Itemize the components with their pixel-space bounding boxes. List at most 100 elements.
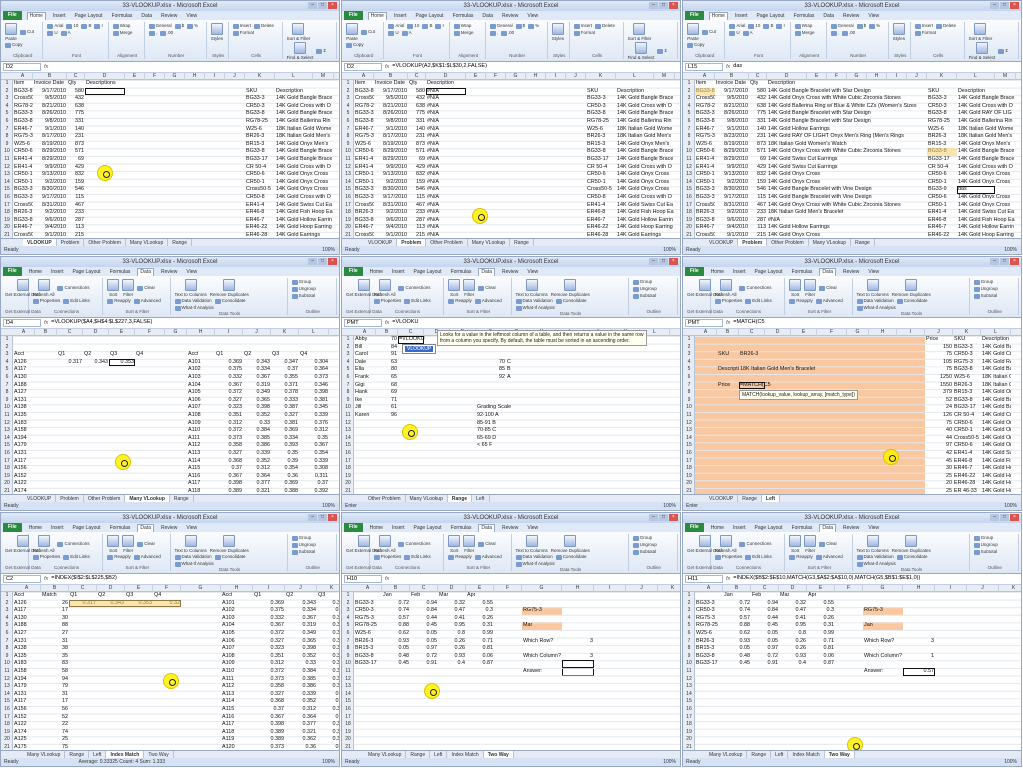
cell[interactable]: 580 [409, 88, 425, 96]
cell[interactable]: Price [926, 336, 938, 344]
tab-review[interactable]: Review [500, 525, 520, 531]
row-header[interactable]: 2 [342, 344, 354, 352]
column-header[interactable]: D [426, 73, 466, 80]
column-header[interactable]: B [374, 73, 408, 80]
cell[interactable]: #N/A [427, 110, 439, 118]
ribbon-small-button[interactable]: Insert [914, 23, 933, 29]
cell[interactable]: 14K Gold Ba [982, 366, 1011, 374]
cell[interactable]: SKU [928, 88, 939, 96]
cell[interactable]: 25 [42, 736, 68, 744]
cell[interactable]: 44 [926, 435, 952, 443]
cell[interactable]: ER46-7 [928, 224, 946, 232]
column-header[interactable]: C [751, 585, 779, 592]
cell[interactable]: 31 [42, 638, 68, 646]
tab-view[interactable]: View [525, 269, 540, 275]
close-icon[interactable]: × [328, 514, 337, 521]
tab-page-layout[interactable]: Page Layout [413, 13, 445, 19]
cell[interactable]: 14K Gold Bangle Brace [617, 110, 673, 118]
cell[interactable]: 22 [42, 721, 68, 729]
column-header[interactable]: K [658, 585, 680, 592]
cell[interactable]: BG33-17 [355, 660, 377, 668]
cell[interactable]: 638 [409, 103, 425, 111]
cell[interactable]: A158 [14, 668, 27, 676]
cell[interactable]: 20 [926, 480, 952, 488]
ribbon-small-button[interactable]: Consolidate [896, 554, 927, 560]
cell[interactable]: 14K Gold Cr [982, 351, 1011, 359]
cell[interactable]: RG78-25 [696, 622, 718, 630]
cell[interactable]: CR50-6 [14, 148, 33, 156]
cell[interactable]: 873 [68, 141, 84, 149]
worksheet[interactable]: A B C D E F G H I J K L M 1 2 3 4 5 6 7 8 9 10 11 12 13 14 15 16 17 18… [683, 73, 1021, 240]
cell[interactable]: 0.72 [752, 653, 779, 661]
row-header[interactable]: 7 [342, 638, 354, 646]
cell[interactable]: 150 [926, 344, 952, 352]
cell[interactable]: BG33-17 [696, 660, 718, 668]
cell[interactable]: Q2 [98, 592, 105, 600]
ribbon-small-button[interactable]: Arial [388, 23, 404, 29]
ribbon-small-button[interactable]: Reapply [107, 554, 131, 560]
tab-file[interactable]: File [3, 523, 22, 532]
cell[interactable]: BG33-17 [246, 156, 268, 164]
cell[interactable]: 14K Gold Onyx Cross [276, 179, 328, 187]
row-header[interactable]: 15 [342, 698, 354, 706]
cell[interactable]: CR50-3 [587, 103, 606, 111]
cell[interactable]: Q1 [70, 592, 77, 600]
cell[interactable]: 0.72 [411, 653, 438, 661]
row-header[interactable]: 20 [1, 480, 13, 488]
cell[interactable]: CR50-1 [696, 179, 715, 187]
cell[interactable]: 9/1/2010 [34, 126, 66, 134]
cell[interactable]: 0.368 [254, 698, 285, 706]
row-header[interactable]: 15 [1, 698, 13, 706]
row-header[interactable]: 2 [1, 344, 13, 352]
row-header[interactable]: 19 [1, 473, 13, 481]
cell[interactable]: Which Column? [864, 653, 902, 661]
ribbon-small-button[interactable]: Reapply [448, 554, 472, 560]
cell[interactable]: Cross50-5 [587, 186, 612, 194]
cell[interactable]: 8/29/2010 [375, 156, 407, 164]
cell[interactable]: 873 [750, 141, 766, 149]
cell[interactable]: 0.41 [439, 615, 466, 623]
cell[interactable]: CR50-8 [587, 194, 606, 202]
row-header[interactable]: 15 [1, 186, 13, 194]
cell[interactable]: BG33-3 [355, 194, 374, 202]
cell[interactable]: 0.339 [286, 691, 317, 699]
cell[interactable]: 14K Gold Ballerina Ring w/ Blue & White … [768, 103, 917, 111]
ribbon-large-button[interactable]: Filter [122, 279, 135, 297]
sheet-tab[interactable]: Index Match [106, 751, 145, 758]
column-header[interactable]: F [835, 585, 863, 592]
row-header[interactable]: 18 [683, 465, 695, 473]
cell[interactable]: 0.4 [780, 660, 807, 668]
ribbon-small-button[interactable]: Data Validation [515, 298, 553, 304]
fx-icon[interactable]: fx [44, 320, 48, 326]
cell-grid[interactable]: AcctMatchQ1Q2Q3Q4AcctQ1Q2Q3A126260.3170.… [13, 592, 339, 752]
cell[interactable]: Dale [355, 359, 366, 367]
cell[interactable]: 0.364 [244, 473, 271, 481]
cell[interactable]: A107 [188, 404, 201, 412]
column-header[interactable]: K [927, 73, 957, 80]
ribbon-small-button[interactable]: Clear [137, 279, 155, 297]
autocomplete-list[interactable]: VLOOKUP [402, 343, 437, 354]
zoom-level[interactable]: 100% [1004, 758, 1017, 766]
tab-page-layout[interactable]: Page Layout [72, 13, 104, 19]
row-header[interactable]: 8 [1, 645, 13, 653]
row-header[interactable]: 9 [1, 653, 13, 661]
cell[interactable]: RG78-25 [246, 118, 268, 126]
cell[interactable]: 8/17/2010 [375, 133, 407, 141]
cell[interactable]: 0.31 [808, 622, 835, 630]
tab-file[interactable]: File [685, 523, 704, 532]
ribbon-small-button[interactable]: Subtotal [973, 293, 997, 299]
cell[interactable]: 0.334 [244, 366, 271, 374]
cell[interactable]: 85 [477, 366, 505, 374]
cell[interactable]: BG33-3 [246, 95, 265, 103]
cell[interactable]: 0.388 [318, 729, 340, 737]
cell[interactable]: 0.312 [244, 465, 271, 473]
cell[interactable]: Q3 [126, 592, 133, 600]
row-header[interactable]: 16 [683, 450, 695, 458]
cell[interactable]: 873 [409, 141, 425, 149]
cell[interactable]: RG75-3 [14, 133, 33, 141]
cell[interactable]: 14K Gold Hollow Earrings [768, 224, 830, 232]
cell[interactable]: 0.327 [318, 653, 340, 661]
cell[interactable]: 0.87 [808, 660, 835, 668]
column-header[interactable]: F [135, 329, 165, 336]
column-header[interactable]: G [165, 329, 187, 336]
